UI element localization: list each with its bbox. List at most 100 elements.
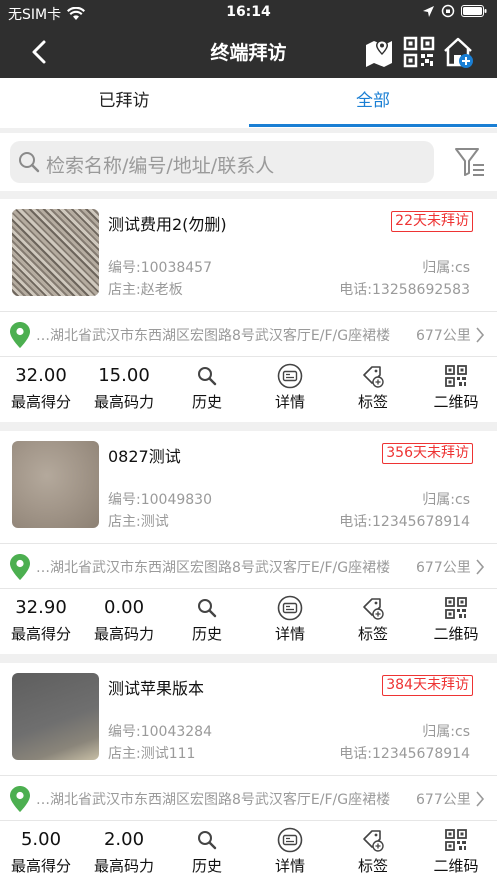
location-pin-icon bbox=[10, 786, 30, 812]
store-card[interactable]: 测试费用2(勿删) 22天未拜访 编号:10038457 归属:cs 店主:赵老… bbox=[0, 199, 497, 422]
qrcode-button[interactable]: 二维码 bbox=[415, 363, 497, 412]
history-label: 历史 bbox=[191, 393, 222, 411]
details-card-icon bbox=[277, 595, 303, 621]
store-code: 编号:10038457 bbox=[108, 260, 212, 276]
orientation-lock-icon bbox=[441, 4, 455, 18]
tag-button[interactable]: 标签 bbox=[332, 595, 414, 644]
visit-status-badge: 22天未拜访 bbox=[391, 211, 473, 232]
history-label: 历史 bbox=[191, 625, 222, 643]
store-belong: 归属:cs bbox=[422, 724, 470, 740]
battery-icon bbox=[461, 5, 487, 17]
qr-scan-icon[interactable] bbox=[403, 36, 435, 68]
add-tag-icon bbox=[363, 366, 384, 388]
store-belong: 归属:cs bbox=[422, 260, 470, 276]
qrcode-label: 二维码 bbox=[433, 625, 479, 643]
location-pin-icon bbox=[10, 554, 30, 580]
map-icon[interactable] bbox=[363, 36, 395, 68]
store-address: …湖北省武汉市东西湖区宏图路8号武汉客厅E/F/G座裙楼 bbox=[36, 792, 391, 808]
location-arrow-icon bbox=[423, 5, 434, 17]
max-power-label: 最高码力 bbox=[93, 393, 154, 411]
add-store-icon[interactable] bbox=[442, 36, 474, 68]
max-power-value: 2.00 bbox=[103, 829, 145, 850]
tag-button[interactable]: 标签 bbox=[332, 363, 414, 412]
details-card-icon bbox=[277, 827, 303, 853]
details-label: 详情 bbox=[274, 393, 305, 411]
qrcode-icon bbox=[445, 829, 467, 851]
max-power-value: 15.00 bbox=[98, 365, 150, 386]
max-score-label: 最高得分 bbox=[10, 393, 71, 411]
history-search-icon bbox=[198, 367, 217, 386]
store-phone[interactable]: 电话:13258692583 bbox=[339, 279, 470, 299]
max-score-value: 5.00 bbox=[20, 829, 62, 850]
details-button[interactable]: 详情 bbox=[249, 827, 331, 876]
max-score-stat: 5.00 最高得分 bbox=[0, 827, 82, 876]
details-button[interactable]: 详情 bbox=[249, 595, 331, 644]
store-belong: 归属:cs bbox=[422, 492, 470, 508]
store-name: 0827测试 bbox=[108, 447, 181, 466]
tag-button[interactable]: 标签 bbox=[332, 827, 414, 876]
details-button[interactable]: 详情 bbox=[249, 363, 331, 412]
qrcode-button[interactable]: 二维码 bbox=[415, 595, 497, 644]
max-score-label: 最高得分 bbox=[10, 625, 71, 643]
status-bar: 无SIM卡 16:14 bbox=[0, 0, 497, 26]
store-distance: 677公里 bbox=[416, 560, 471, 576]
visit-status-badge: 384天未拜访 bbox=[382, 675, 473, 696]
max-power-label: 最高码力 bbox=[93, 857, 154, 875]
store-code: 编号:10049830 bbox=[108, 492, 212, 508]
max-score-stat: 32.00 最高得分 bbox=[0, 363, 82, 412]
max-score-value: 32.90 bbox=[15, 597, 67, 618]
store-name: 测试苹果版本 bbox=[108, 679, 205, 698]
tag-label: 标签 bbox=[357, 625, 388, 643]
search-input[interactable]: 检索名称/编号/地址/联系人 bbox=[10, 141, 434, 183]
chevron-right-icon bbox=[476, 791, 485, 807]
qrcode-button[interactable]: 二维码 bbox=[415, 827, 497, 876]
tab-visited[interactable]: 已拜访 bbox=[0, 78, 248, 128]
details-card-icon bbox=[277, 363, 303, 389]
tab-bar: 已拜访 全部 bbox=[0, 78, 497, 128]
history-search-icon bbox=[198, 599, 217, 618]
address-row[interactable]: …湖北省武汉市东西湖区宏图路8号武汉客厅E/F/G座裙楼 677公里 bbox=[0, 775, 497, 821]
store-address: …湖北省武汉市东西湖区宏图路8号武汉客厅E/F/G座裙楼 bbox=[36, 328, 391, 344]
qrcode-label: 二维码 bbox=[433, 393, 479, 411]
address-row[interactable]: …湖北省武汉市东西湖区宏图路8号武汉客厅E/F/G座裙楼 677公里 bbox=[0, 311, 497, 357]
max-score-label: 最高得分 bbox=[10, 857, 71, 875]
store-code: 编号:10043284 bbox=[108, 724, 212, 740]
max-score-stat: 32.90 最高得分 bbox=[0, 595, 82, 644]
max-power-stat: 15.00 最高码力 bbox=[83, 363, 165, 412]
store-address: …湖北省武汉市东西湖区宏图路8号武汉客厅E/F/G座裙楼 bbox=[36, 560, 391, 576]
store-card[interactable]: 0827测试 356天未拜访 编号:10049830 归属:cs 店主:测试 电… bbox=[0, 431, 497, 654]
tab-all[interactable]: 全部 bbox=[249, 78, 497, 128]
status-right bbox=[422, 4, 487, 18]
store-thumbnail bbox=[12, 441, 99, 528]
address-row[interactable]: …湖北省武汉市东西湖区宏图路8号武汉客厅E/F/G座裙楼 677公里 bbox=[0, 543, 497, 589]
max-power-stat: 2.00 最高码力 bbox=[83, 827, 165, 876]
history-button[interactable]: 历史 bbox=[166, 827, 248, 876]
store-thumbnail bbox=[12, 673, 99, 760]
max-score-value: 32.00 bbox=[15, 365, 67, 386]
filter-icon[interactable] bbox=[454, 145, 486, 179]
qrcode-label: 二维码 bbox=[433, 857, 479, 875]
store-phone[interactable]: 电话:12345678914 bbox=[339, 511, 470, 531]
history-search-icon bbox=[198, 831, 217, 850]
chevron-right-icon bbox=[476, 559, 485, 575]
history-button[interactable]: 历史 bbox=[166, 595, 248, 644]
add-tag-icon bbox=[363, 598, 384, 620]
store-card[interactable]: 测试苹果版本 384天未拜访 编号:10043284 归属:cs 店主:测试11… bbox=[0, 663, 497, 883]
tag-label: 标签 bbox=[357, 393, 388, 411]
store-phone[interactable]: 电话:12345678914 bbox=[339, 743, 470, 763]
store-owner: 店主:测试111 bbox=[108, 746, 196, 762]
max-power-stat: 0.00 最高码力 bbox=[83, 595, 165, 644]
active-tab-indicator bbox=[249, 124, 497, 127]
add-tag-icon bbox=[363, 830, 384, 852]
history-button[interactable]: 历史 bbox=[166, 363, 248, 412]
qrcode-icon bbox=[445, 597, 467, 619]
details-label: 详情 bbox=[274, 857, 305, 875]
store-owner: 店主:测试 bbox=[108, 514, 169, 530]
search-placeholder: 检索名称/编号/地址/联系人 bbox=[46, 155, 275, 177]
qrcode-icon bbox=[445, 365, 467, 387]
search-icon bbox=[19, 152, 40, 173]
max-power-label: 最高码力 bbox=[93, 625, 154, 643]
store-distance: 677公里 bbox=[416, 328, 471, 344]
location-pin-icon bbox=[10, 322, 30, 348]
store-distance: 677公里 bbox=[416, 792, 471, 808]
